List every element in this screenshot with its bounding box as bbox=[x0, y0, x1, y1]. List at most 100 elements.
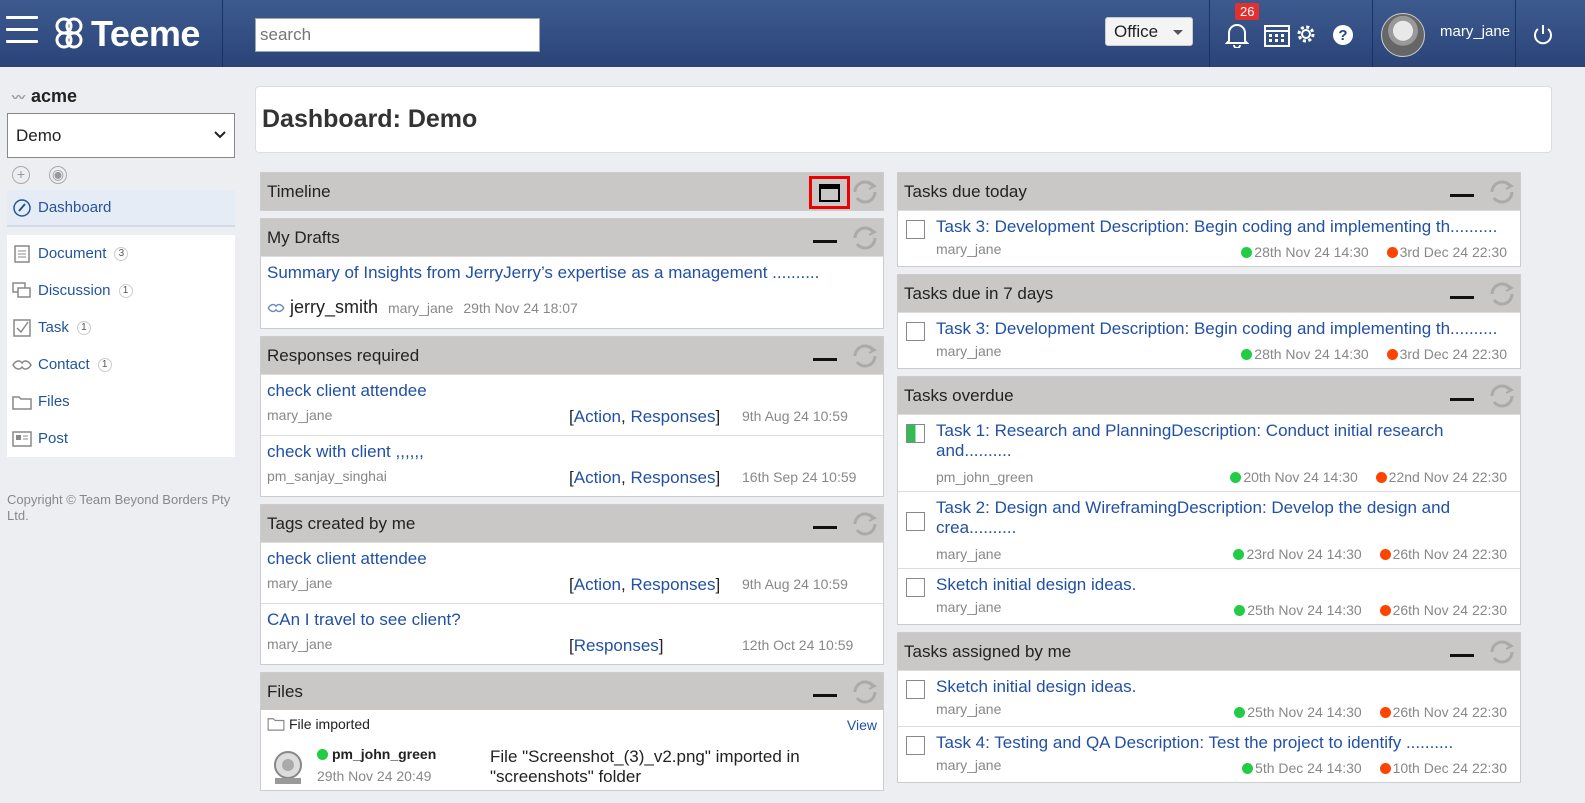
task-link[interactable]: Task 4: Testing and QA Description: Test… bbox=[936, 733, 1514, 753]
task-checkbox[interactable] bbox=[906, 512, 925, 531]
panel-title: Tasks assigned by me bbox=[904, 641, 1072, 661]
panel-header: Timeline bbox=[261, 173, 883, 210]
search-input[interactable] bbox=[255, 18, 540, 52]
end-dot-icon bbox=[1375, 472, 1387, 483]
responses-link[interactable]: Responses bbox=[630, 575, 715, 594]
end-dot-icon bbox=[1386, 247, 1398, 258]
task-link[interactable]: Task 1: Research and PlanningDescription… bbox=[936, 421, 1514, 461]
refresh-icon[interactable] bbox=[851, 178, 879, 206]
task-start: 25th Nov 24 14:30 bbox=[1247, 704, 1362, 720]
refresh-icon[interactable] bbox=[851, 510, 879, 538]
minimize-button[interactable] bbox=[1450, 654, 1474, 657]
post-icon bbox=[12, 429, 32, 449]
menu-icon[interactable] bbox=[6, 16, 38, 46]
action-link[interactable]: Action bbox=[574, 407, 621, 426]
response-link[interactable]: check with client ,,,,,, bbox=[267, 442, 877, 462]
app-logo[interactable]: Teeme bbox=[53, 13, 200, 55]
responses-link[interactable]: Responses bbox=[630, 407, 715, 426]
task-start: 5th Dec 24 14:30 bbox=[1255, 760, 1362, 776]
user-avatar-icon bbox=[274, 751, 302, 784]
sidebar-item-task[interactable]: Task 1 bbox=[7, 309, 235, 346]
task-checkbox-partial[interactable] bbox=[906, 424, 925, 443]
file-event-label: File imported bbox=[289, 716, 370, 732]
panel-header: Tasks assigned by me bbox=[898, 633, 1520, 670]
user-avatar[interactable] bbox=[1381, 13, 1425, 57]
action-link[interactable]: Action bbox=[574, 468, 621, 487]
task-start: 25th Nov 24 14:30 bbox=[1247, 602, 1362, 618]
eye-icon[interactable]: ◉ bbox=[49, 166, 67, 184]
sidebar-item-discussion[interactable]: Discussion 1 bbox=[7, 272, 235, 309]
refresh-icon[interactable] bbox=[1488, 280, 1516, 308]
gear-icon[interactable] bbox=[1294, 22, 1318, 46]
action-link[interactable]: Action bbox=[574, 575, 621, 594]
refresh-icon[interactable] bbox=[1488, 178, 1516, 206]
minimize-button[interactable] bbox=[1450, 194, 1474, 197]
header-divider bbox=[1372, 0, 1373, 67]
expand-button[interactable] bbox=[809, 176, 850, 209]
end-dot-icon bbox=[1379, 549, 1391, 560]
panel-title: My Drafts bbox=[267, 227, 340, 247]
panel-header: Responses required bbox=[261, 337, 883, 374]
add-icon[interactable]: + bbox=[12, 166, 30, 184]
workspace-select[interactable]: Demo bbox=[7, 113, 235, 158]
task-link[interactable]: Task 2: Design and WireframingDescriptio… bbox=[936, 498, 1514, 538]
task-link[interactable]: Task 3: Development Description: Begin c… bbox=[936, 217, 1514, 237]
task-dates: 28th Nov 24 14:30 3rd Dec 24 22:30 bbox=[1241, 346, 1507, 362]
list-item: CAn I travel to see client? mary_jane [R… bbox=[261, 603, 883, 664]
responses-link[interactable]: Responses bbox=[574, 636, 659, 655]
minimize-button[interactable] bbox=[813, 358, 837, 361]
task-row: Task 3: Development Description: Begin c… bbox=[898, 210, 1520, 266]
task-icon bbox=[12, 318, 32, 338]
sidebar-item-files[interactable]: Files bbox=[7, 383, 235, 420]
minimize-button[interactable] bbox=[813, 694, 837, 697]
task-link[interactable]: Sketch initial design ideas. bbox=[936, 677, 1514, 697]
username-label[interactable]: mary_jane bbox=[1440, 23, 1510, 40]
refresh-icon[interactable] bbox=[851, 678, 879, 706]
task-checkbox[interactable] bbox=[906, 736, 925, 755]
minimize-button[interactable] bbox=[1450, 398, 1474, 401]
panel-header: Tasks due in 7 days bbox=[898, 275, 1520, 312]
help-icon[interactable]: ? bbox=[1332, 24, 1354, 46]
task-link[interactable]: Sketch initial design ideas. bbox=[936, 575, 1514, 595]
office-dropdown[interactable]: Office bbox=[1105, 17, 1193, 46]
bell-icon[interactable] bbox=[1225, 22, 1249, 48]
file-user[interactable]: pm_john_green bbox=[332, 746, 436, 762]
task-row: Task 1: Research and PlanningDescription… bbox=[898, 414, 1520, 491]
refresh-icon[interactable] bbox=[851, 342, 879, 370]
task-dates: 25th Nov 24 14:30 26th Nov 24 22:30 bbox=[1234, 602, 1507, 618]
minimize-button[interactable] bbox=[813, 526, 837, 529]
sidebar-item-label: Contact bbox=[38, 356, 90, 373]
minimize-button[interactable] bbox=[1450, 296, 1474, 299]
left-column: Timeline My Drafts Summary of Insights f… bbox=[260, 172, 884, 798]
panel-title: Files bbox=[267, 681, 303, 701]
sidebar-item-dashboard[interactable]: Dashboard bbox=[7, 190, 235, 227]
draft-link[interactable]: Summary of Insights from JerryJerry’s ex… bbox=[267, 263, 877, 283]
task-start: 28th Nov 24 14:30 bbox=[1254, 244, 1369, 260]
sidebar-item-document[interactable]: Document 3 bbox=[7, 235, 235, 272]
task-end: 10th Dec 24 22:30 bbox=[1392, 760, 1507, 776]
task-checkbox[interactable] bbox=[906, 322, 925, 341]
responses-link[interactable]: Responses bbox=[630, 468, 715, 487]
contact-name[interactable]: jerry_smith bbox=[290, 297, 378, 318]
response-link[interactable]: check client attendee bbox=[267, 381, 877, 401]
task-checkbox[interactable] bbox=[906, 578, 925, 597]
calendar-icon[interactable] bbox=[1264, 23, 1290, 47]
task-checkbox[interactable] bbox=[906, 220, 925, 239]
count-badge: 1 bbox=[76, 320, 91, 335]
tag-link[interactable]: CAn I travel to see client? bbox=[267, 610, 877, 630]
refresh-icon[interactable] bbox=[851, 224, 879, 252]
sidebar-item-contact[interactable]: Contact 1 bbox=[7, 346, 235, 383]
view-link[interactable]: View bbox=[847, 717, 877, 733]
folder-icon bbox=[267, 718, 285, 731]
panel-header: My Drafts bbox=[261, 219, 883, 256]
power-icon[interactable] bbox=[1532, 24, 1554, 46]
minimize-button[interactable] bbox=[813, 240, 837, 243]
task-checkbox[interactable] bbox=[906, 680, 925, 699]
task-link[interactable]: Task 3: Development Description: Begin c… bbox=[936, 319, 1514, 339]
tag-link[interactable]: check client attendee bbox=[267, 549, 877, 569]
refresh-icon[interactable] bbox=[1488, 638, 1516, 666]
sidebar-item-post[interactable]: Post bbox=[7, 420, 235, 457]
tag-actions: [Responses] bbox=[569, 636, 664, 655]
refresh-icon[interactable] bbox=[1488, 382, 1516, 410]
sidebar-item-label: Files bbox=[38, 393, 70, 410]
